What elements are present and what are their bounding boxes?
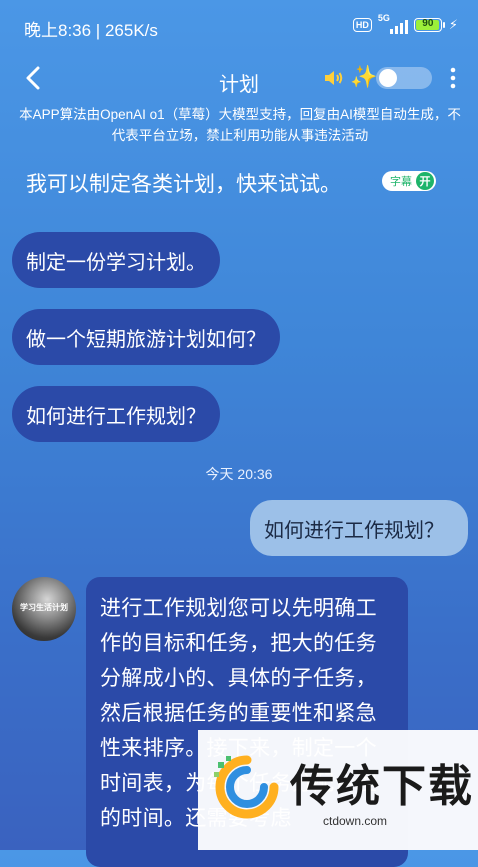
battery-icon: 90 ⚡	[413, 17, 458, 33]
speaker-icon[interactable]	[322, 66, 346, 90]
toggle-knob	[379, 69, 397, 87]
subtitle-state: 开	[416, 172, 434, 190]
signal-icon: 5G	[377, 13, 408, 34]
charging-icon: ⚡	[448, 17, 458, 32]
sparkle-icon: ✨	[350, 64, 378, 89]
voice-toggle[interactable]	[376, 67, 432, 89]
message-timestamp: 今天 20:36	[205, 466, 273, 482]
watermark-url: ctdown.com	[323, 814, 388, 828]
more-icon[interactable]	[444, 64, 462, 92]
hd-icon: HD	[352, 18, 372, 32]
status-time: 晚上8:36 | 265K/s	[24, 21, 158, 40]
watermark: 传统下载 ctdown.com	[198, 730, 478, 850]
status-bar: 晚上8:36 | 265K/s HD 5G 90 ⚡	[0, 0, 478, 52]
suggestion-chip[interactable]: 如何进行工作规划？	[12, 386, 220, 442]
bot-avatar-label: 学习生活计划	[20, 603, 68, 612]
disclaimer-text: 本APP算法由OpenAI o1（草莓）大模型支持，回复由AI模型自动生成，不代…	[19, 107, 461, 143]
subtitle-toggle[interactable]: 字幕 开	[382, 171, 436, 191]
suggestion-chip[interactable]: 制定一份学习计划。	[12, 232, 220, 288]
status-icons: HD 5G 90 ⚡	[352, 13, 458, 34]
battery-level: 90	[422, 18, 434, 29]
watermark-logo-icon	[214, 755, 279, 819]
watermark-title: 传统下载	[290, 762, 474, 811]
network-type: 5G	[377, 13, 390, 23]
subtitle-label: 字幕	[390, 176, 412, 188]
suggestion-chip[interactable]: 做一个短期旅游计划如何？	[12, 309, 280, 365]
bot-avatar[interactable]: 学习生活计划	[12, 577, 76, 641]
intro-text: 我可以制定各类计划，快来试试。	[26, 173, 341, 196]
user-message: 如何进行工作规划？	[250, 500, 468, 556]
header: 计划 ✨	[0, 52, 478, 106]
